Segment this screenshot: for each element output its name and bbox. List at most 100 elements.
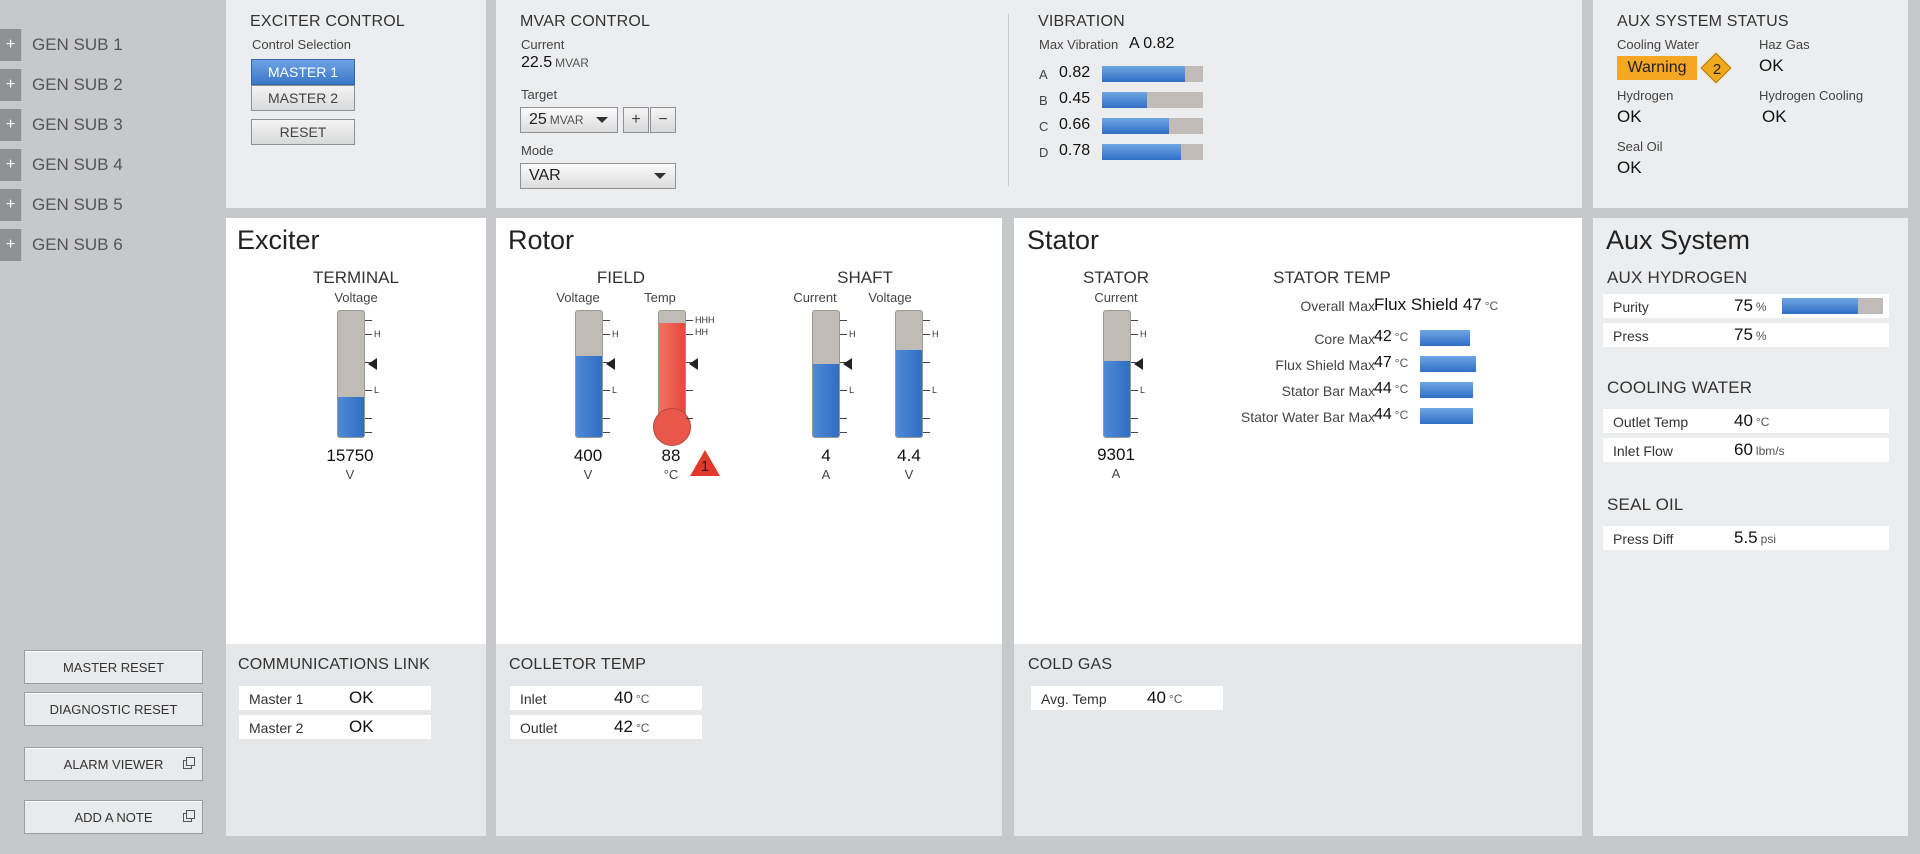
add-note-button[interactable]: ADD A NOTE (24, 800, 203, 834)
master-2-button[interactable]: MASTER 2 (251, 85, 355, 111)
current-value: 9301 (1097, 445, 1135, 464)
overall-max-label: Overall Max (1300, 298, 1375, 314)
shaft-current-gauge (812, 310, 840, 438)
outlet-temp-row: Outlet Temp 40 °C (1603, 409, 1889, 433)
bar-fill (1782, 298, 1858, 314)
diagnostic-reset-button[interactable]: DIAGNOSTIC RESET (24, 692, 203, 726)
setpoint-pointer-icon (368, 358, 377, 370)
high-mark: H (374, 329, 381, 339)
field-temp-label: Temp (644, 290, 676, 305)
plus-icon[interactable]: + (0, 149, 22, 181)
target-label: Target (521, 87, 558, 102)
row-value: 42 °C (614, 717, 649, 737)
value: 75 (1734, 325, 1753, 344)
master-1-button[interactable]: MASTER 1 (251, 59, 355, 85)
vibration-value-d: 0.78 (1059, 142, 1091, 159)
stator-bar-max-label: Stator Bar Max (1281, 383, 1375, 399)
terminal-voltage-gauge (337, 310, 365, 438)
unit: °C (1394, 382, 1409, 396)
button-label: ALARM VIEWER (63, 756, 164, 772)
gauge-scale: H L (603, 310, 619, 438)
value: VAR (529, 167, 561, 184)
increment-button[interactable]: + (623, 107, 649, 133)
row-label: Press (1613, 328, 1649, 344)
nav-item-label: GEN SUB 3 (32, 115, 123, 134)
field-label: FIELD (596, 268, 646, 287)
unit: °C (635, 692, 650, 706)
max-vibration-value: A 0.82 (1129, 35, 1175, 52)
flux-shield-max-value: 47 °C (1374, 354, 1408, 372)
row-value: OK (349, 688, 374, 707)
unit: % (1755, 300, 1767, 314)
vibration-bar-b (1102, 92, 1203, 108)
vibration-bar-a (1102, 66, 1203, 82)
divider (1008, 14, 1009, 186)
nav-item-label: GEN SUB 1 (32, 35, 123, 54)
section-title: MVAR CONTROL (520, 13, 651, 30)
plus-icon[interactable]: + (0, 229, 22, 261)
bar-fill (1102, 118, 1169, 134)
rotor-panel: Rotor FIELD SHAFT Voltage H L 400 V Temp… (496, 218, 1002, 644)
core-max-bar (1420, 330, 1470, 346)
panel-title: Stator (1027, 225, 1100, 255)
target-dropdown[interactable]: 25 MVAR (520, 107, 618, 133)
aux-hydrogen-title: AUX HYDROGEN (1607, 268, 1748, 287)
mode-dropdown[interactable]: VAR (520, 163, 676, 189)
gauge-scale: H L (923, 310, 939, 438)
voltage-value: 15750 (326, 446, 374, 465)
button-label: ADD A NOTE (74, 809, 153, 825)
row-label: Outlet (520, 720, 558, 736)
haz-gas-value: OK (1759, 56, 1784, 75)
unit: °C (1394, 356, 1409, 370)
panel-title: Aux System (1606, 225, 1751, 255)
nav-item-gen-sub-1[interactable]: + GEN SUB 1 (0, 28, 215, 62)
warning-badge[interactable]: Warning (1617, 56, 1697, 80)
flux-shield-max-label: Flux Shield Max (1275, 357, 1375, 373)
gauge-fill (338, 396, 364, 437)
panel-title: Rotor (508, 225, 575, 255)
mvar-vibration-panel: MVAR CONTROL Current 22.5 MVAR Target 25 M… (496, 0, 1582, 208)
value: 60 (1734, 440, 1753, 459)
nav-item-gen-sub-2[interactable]: + GEN SUB 2 (0, 68, 215, 102)
voltage-label: Voltage (334, 290, 378, 305)
field-voltage-value: 400 (573, 446, 603, 465)
plus-icon[interactable]: + (0, 109, 22, 141)
control-selection-label: Control Selection (252, 37, 351, 52)
nav-item-label: GEN SUB 6 (32, 235, 123, 254)
plus-icon[interactable]: + (0, 69, 22, 101)
low-mark: L (932, 385, 938, 395)
chevron-down-icon (654, 173, 666, 179)
nav-item-gen-sub-6[interactable]: + GEN SUB 6 (0, 228, 215, 262)
core-max-label: Core Max (1314, 331, 1375, 347)
bar-fill (1102, 92, 1148, 108)
reset-button[interactable]: RESET (251, 119, 355, 145)
decrement-button[interactable]: − (650, 107, 676, 133)
master-reset-button[interactable]: MASTER RESET (24, 650, 203, 684)
plus-icon[interactable]: + (0, 189, 22, 221)
alarm-count: 2 (1712, 60, 1722, 78)
nav-item-gen-sub-5[interactable]: + GEN SUB 5 (0, 188, 215, 222)
value: 42 (1374, 328, 1392, 345)
flux-shield-max-bar (1420, 356, 1476, 372)
vibration-bar-d (1102, 144, 1203, 160)
shaft-voltage-label: Voltage (868, 290, 912, 305)
value: 5.5 (1734, 528, 1758, 547)
button-label: DIAGNOSTIC RESET (49, 701, 178, 717)
unit: MVAR (555, 56, 589, 70)
unit: MVAR (549, 113, 584, 127)
row-value: 75% (1734, 325, 1767, 345)
plus-icon[interactable]: + (0, 29, 22, 61)
row-value: OK (349, 717, 374, 736)
chevron-down-icon (596, 117, 608, 123)
nav-item-gen-sub-3[interactable]: + GEN SUB 3 (0, 108, 215, 142)
cold-gas-panel: COLD GAS Avg. Temp 40 °C (1014, 644, 1582, 836)
collector-temp-panel: COLLETOR TEMP Inlet 40 °C Outlet 42 °C (496, 644, 1002, 836)
alarm-viewer-button[interactable]: ALARM VIEWER (24, 747, 203, 781)
shaft-current-label: Current (793, 290, 837, 305)
low-mark: L (374, 385, 380, 395)
unit: °C (635, 721, 650, 735)
purity-bar (1782, 298, 1883, 314)
hydrogen-value: OK (1617, 107, 1642, 126)
nav-item-gen-sub-4[interactable]: + GEN SUB 4 (0, 148, 215, 182)
unit: °C (1168, 692, 1183, 706)
